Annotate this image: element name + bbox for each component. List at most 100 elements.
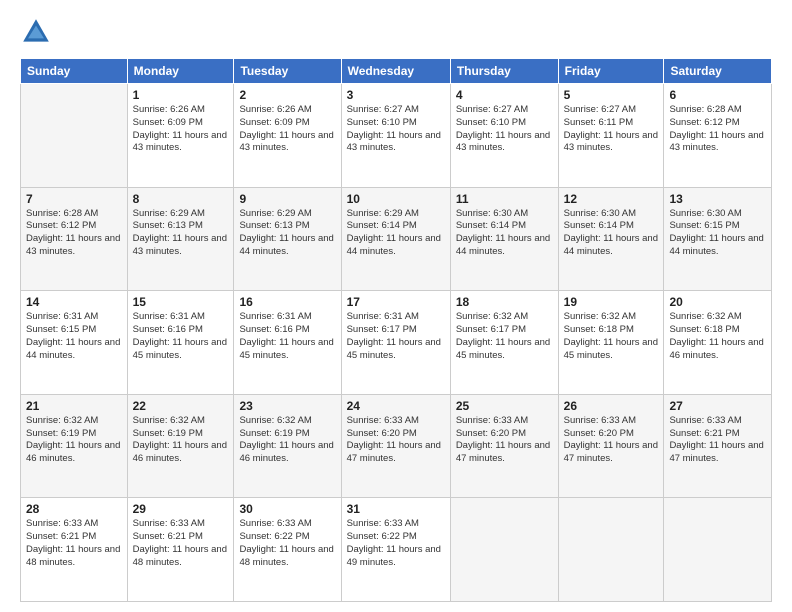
day-info: Sunrise: 6:33 AMSunset: 6:20 PMDaylight:…	[564, 415, 659, 466]
day-number: 30	[239, 502, 335, 516]
header	[20, 16, 772, 48]
weekday-header-row: SundayMondayTuesdayWednesdayThursdayFrid…	[21, 59, 772, 84]
day-info: Sunrise: 6:33 AMSunset: 6:21 PMDaylight:…	[26, 518, 122, 569]
calendar-cell	[21, 84, 128, 188]
calendar-cell: 27 Sunrise: 6:33 AMSunset: 6:21 PMDayligh…	[664, 394, 772, 498]
calendar-cell: 9 Sunrise: 6:29 AMSunset: 6:13 PMDaylight…	[234, 187, 341, 291]
day-number: 12	[564, 192, 659, 206]
calendar-cell: 1 Sunrise: 6:26 AMSunset: 6:09 PMDaylight…	[127, 84, 234, 188]
day-number: 4	[456, 88, 553, 102]
day-info: Sunrise: 6:32 AMSunset: 6:18 PMDaylight:…	[669, 311, 766, 362]
calendar-cell: 24 Sunrise: 6:33 AMSunset: 6:20 PMDayligh…	[341, 394, 450, 498]
day-number: 11	[456, 192, 553, 206]
day-number: 6	[669, 88, 766, 102]
calendar-cell	[450, 498, 558, 602]
day-info: Sunrise: 6:30 AMSunset: 6:14 PMDaylight:…	[564, 208, 659, 259]
day-number: 3	[347, 88, 445, 102]
calendar-cell: 26Sunrise: 6:33 AMSunset: 6:20 PMDayligh…	[558, 394, 664, 498]
calendar-cell: 10Sunrise: 6:29 AMSunset: 6:14 PMDayligh…	[341, 187, 450, 291]
day-info: Sunrise: 6:33 AMSunset: 6:22 PMDaylight:…	[239, 518, 335, 569]
calendar-cell: 17 Sunrise: 6:31 AMSunset: 6:17 PMDayligh…	[341, 291, 450, 395]
week-row-3: 14Sunrise: 6:31 AMSunset: 6:15 PMDayligh…	[21, 291, 772, 395]
weekday-header-friday: Friday	[558, 59, 664, 84]
day-info: Sunrise: 6:30 AMSunset: 6:15 PMDaylight:…	[669, 208, 766, 259]
weekday-header-saturday: Saturday	[664, 59, 772, 84]
day-info: Sunrise: 6:31 AMSunset: 6:17 PMDaylight:…	[347, 311, 445, 362]
day-info: Sunrise: 6:26 AMSunset: 6:09 PMDaylight:…	[133, 104, 229, 155]
day-info: Sunrise: 6:29 AMSunset: 6:13 PMDaylight:…	[133, 208, 229, 259]
calendar-cell	[664, 498, 772, 602]
day-info: Sunrise: 6:33 AMSunset: 6:20 PMDaylight:…	[347, 415, 445, 466]
day-info: Sunrise: 6:28 AMSunset: 6:12 PMDaylight:…	[669, 104, 766, 155]
calendar-cell: 5 Sunrise: 6:27 AMSunset: 6:11 PMDaylight…	[558, 84, 664, 188]
day-number: 24	[347, 399, 445, 413]
week-row-5: 28 Sunrise: 6:33 AMSunset: 6:21 PMDayligh…	[21, 498, 772, 602]
day-info: Sunrise: 6:27 AMSunset: 6:11 PMDaylight:…	[564, 104, 659, 155]
day-info: Sunrise: 6:26 AMSunset: 6:09 PMDaylight:…	[239, 104, 335, 155]
calendar-cell	[558, 498, 664, 602]
day-info: Sunrise: 6:33 AMSunset: 6:21 PMDaylight:…	[669, 415, 766, 466]
calendar-cell: 29 Sunrise: 6:33 AMSunset: 6:21 PMDayligh…	[127, 498, 234, 602]
day-info: Sunrise: 6:30 AMSunset: 6:14 PMDaylight:…	[456, 208, 553, 259]
calendar-cell: 20 Sunrise: 6:32 AMSunset: 6:18 PMDayligh…	[664, 291, 772, 395]
day-number: 18	[456, 295, 553, 309]
day-info: Sunrise: 6:29 AMSunset: 6:14 PMDaylight:…	[347, 208, 445, 259]
day-info: Sunrise: 6:31 AMSunset: 6:15 PMDaylight:…	[26, 311, 122, 362]
day-number: 9	[239, 192, 335, 206]
calendar-cell: 23Sunrise: 6:32 AMSunset: 6:19 PMDayligh…	[234, 394, 341, 498]
day-number: 13	[669, 192, 766, 206]
day-info: Sunrise: 6:28 AMSunset: 6:12 PMDaylight:…	[26, 208, 122, 259]
day-number: 8	[133, 192, 229, 206]
day-number: 23	[239, 399, 335, 413]
calendar-cell: 14Sunrise: 6:31 AMSunset: 6:15 PMDayligh…	[21, 291, 128, 395]
day-number: 5	[564, 88, 659, 102]
calendar-cell: 12 Sunrise: 6:30 AMSunset: 6:14 PMDayligh…	[558, 187, 664, 291]
day-number: 28	[26, 502, 122, 516]
calendar-cell: 2 Sunrise: 6:26 AMSunset: 6:09 PMDaylight…	[234, 84, 341, 188]
calendar-table: SundayMondayTuesdayWednesdayThursdayFrid…	[20, 58, 772, 602]
day-info: Sunrise: 6:31 AMSunset: 6:16 PMDaylight:…	[239, 311, 335, 362]
day-number: 21	[26, 399, 122, 413]
day-info: Sunrise: 6:32 AMSunset: 6:19 PMDaylight:…	[26, 415, 122, 466]
week-row-1: 1 Sunrise: 6:26 AMSunset: 6:09 PMDaylight…	[21, 84, 772, 188]
calendar-cell: 19 Sunrise: 6:32 AMSunset: 6:18 PMDayligh…	[558, 291, 664, 395]
calendar-cell: 30 Sunrise: 6:33 AMSunset: 6:22 PMDayligh…	[234, 498, 341, 602]
weekday-header-sunday: Sunday	[21, 59, 128, 84]
day-info: Sunrise: 6:32 AMSunset: 6:18 PMDaylight:…	[564, 311, 659, 362]
weekday-header-monday: Monday	[127, 59, 234, 84]
calendar-cell: 28 Sunrise: 6:33 AMSunset: 6:21 PMDayligh…	[21, 498, 128, 602]
day-number: 20	[669, 295, 766, 309]
calendar-cell: 4Sunrise: 6:27 AMSunset: 6:10 PMDaylight…	[450, 84, 558, 188]
day-number: 19	[564, 295, 659, 309]
weekday-header-tuesday: Tuesday	[234, 59, 341, 84]
weekday-header-thursday: Thursday	[450, 59, 558, 84]
logo-icon	[20, 16, 52, 48]
day-number: 2	[239, 88, 335, 102]
calendar-cell: 7 Sunrise: 6:28 AMSunset: 6:12 PMDaylight…	[21, 187, 128, 291]
day-number: 22	[133, 399, 229, 413]
week-row-2: 7 Sunrise: 6:28 AMSunset: 6:12 PMDaylight…	[21, 187, 772, 291]
calendar-cell: 3 Sunrise: 6:27 AMSunset: 6:10 PMDaylight…	[341, 84, 450, 188]
day-number: 27	[669, 399, 766, 413]
day-info: Sunrise: 6:27 AMSunset: 6:10 PMDaylight:…	[347, 104, 445, 155]
day-number: 29	[133, 502, 229, 516]
calendar-cell: 13 Sunrise: 6:30 AMSunset: 6:15 PMDayligh…	[664, 187, 772, 291]
calendar-cell: 18Sunrise: 6:32 AMSunset: 6:17 PMDayligh…	[450, 291, 558, 395]
day-info: Sunrise: 6:32 AMSunset: 6:19 PMDaylight:…	[133, 415, 229, 466]
day-info: Sunrise: 6:29 AMSunset: 6:13 PMDaylight:…	[239, 208, 335, 259]
day-number: 25	[456, 399, 553, 413]
calendar-cell: 31Sunrise: 6:33 AMSunset: 6:22 PMDayligh…	[341, 498, 450, 602]
day-number: 16	[239, 295, 335, 309]
page: SundayMondayTuesdayWednesdayThursdayFrid…	[0, 0, 792, 612]
day-number: 17	[347, 295, 445, 309]
day-number: 15	[133, 295, 229, 309]
week-row-4: 21 Sunrise: 6:32 AMSunset: 6:19 PMDayligh…	[21, 394, 772, 498]
calendar-cell: 8 Sunrise: 6:29 AMSunset: 6:13 PMDaylight…	[127, 187, 234, 291]
day-number: 31	[347, 502, 445, 516]
day-info: Sunrise: 6:33 AMSunset: 6:20 PMDaylight:…	[456, 415, 553, 466]
day-info: Sunrise: 6:33 AMSunset: 6:21 PMDaylight:…	[133, 518, 229, 569]
calendar-cell: 25 Sunrise: 6:33 AMSunset: 6:20 PMDayligh…	[450, 394, 558, 498]
calendar-cell: 16 Sunrise: 6:31 AMSunset: 6:16 PMDayligh…	[234, 291, 341, 395]
day-number: 7	[26, 192, 122, 206]
day-number: 1	[133, 88, 229, 102]
